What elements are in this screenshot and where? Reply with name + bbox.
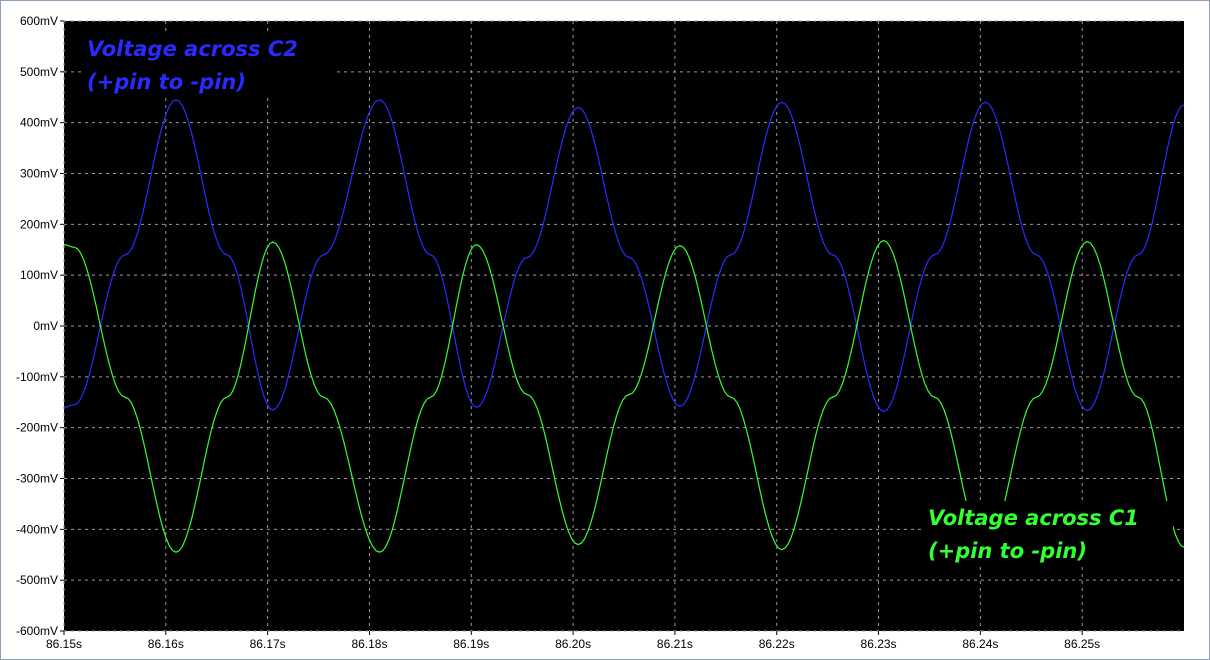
y-tick-label: 600mV	[20, 14, 58, 28]
x-tick-label: 86.23s	[861, 637, 897, 651]
x-tick-label: 86.18s	[351, 637, 387, 651]
x-tick-label: 86.15s	[46, 637, 82, 651]
x-tick-label: 86.21s	[657, 637, 693, 651]
y-tick-label: -100mV	[16, 370, 58, 384]
x-tick-label: 86.20s	[555, 637, 591, 651]
chart-window: 600mV 500mV 400mV 300mV 200mV 100mV 0mV -100mV -…	[0, 0, 1210, 660]
x-tick-label: 86.22s	[759, 637, 795, 651]
y-tick-label: 300mV	[20, 167, 58, 181]
y-tick-label: 0mV	[33, 319, 58, 333]
x-tick-label: 86.19s	[453, 637, 489, 651]
x-tick-label: 86.25s	[1064, 637, 1100, 651]
y-tick-label: -200mV	[16, 421, 58, 435]
y-tick-label: 200mV	[20, 217, 58, 231]
annotation-c1-line2: (+pin to -pin)	[928, 539, 1087, 563]
y-tick-label: 100mV	[20, 268, 58, 282]
y-tick-label: 400mV	[20, 116, 58, 130]
annotation-c2-line1: Voltage across C2	[87, 37, 298, 61]
y-tick-label: -500mV	[16, 573, 58, 587]
x-tick-label: 86.16s	[148, 637, 184, 651]
annotation-c2-line2: (+pin to -pin)	[87, 70, 246, 94]
waveform-chart: 600mV 500mV 400mV 300mV 200mV 100mV 0mV -100mV -…	[16, 14, 1185, 651]
y-tick-label: -300mV	[16, 472, 58, 486]
x-tick-label: 86.17s	[250, 637, 286, 651]
y-tick-label: -600mV	[16, 624, 58, 638]
y-tick-label: 500mV	[20, 65, 58, 79]
x-tick-label: 86.24s	[962, 637, 998, 651]
y-tick-label: -400mV	[16, 522, 58, 536]
annotation-c1-line1: Voltage across C1	[928, 506, 1139, 530]
